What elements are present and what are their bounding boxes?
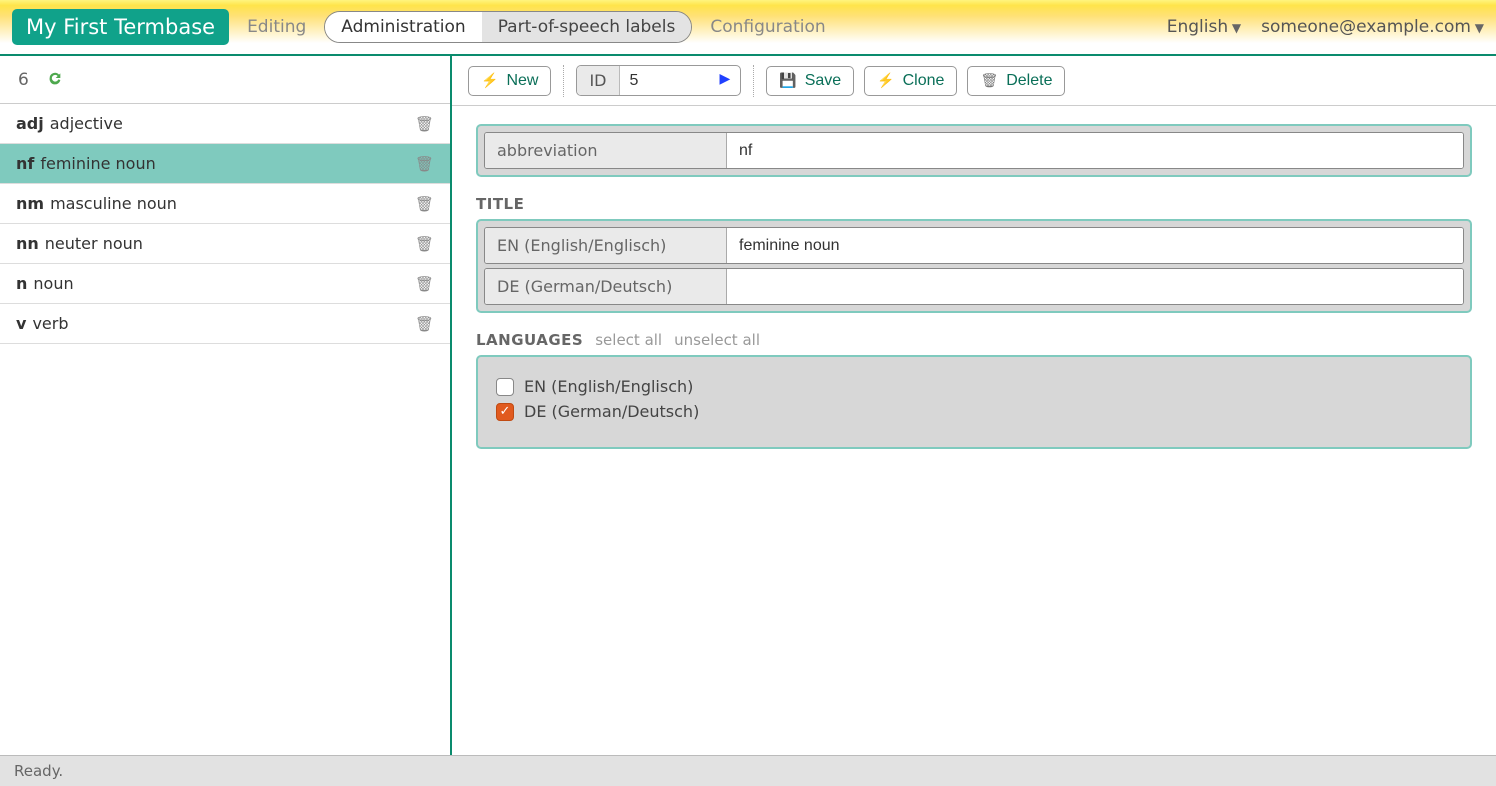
toolbar-separator bbox=[753, 65, 754, 97]
sidebar: 6 adj adjective 🗑 nf feminine noun 🗑 nm masculi… bbox=[0, 56, 452, 755]
trash-icon[interactable]: 🗑 bbox=[415, 315, 434, 333]
term-abbr: nm bbox=[16, 194, 44, 213]
list-item[interactable]: adj adjective 🗑 bbox=[0, 104, 450, 144]
list-item[interactable]: nn neuter noun 🗑 bbox=[0, 224, 450, 264]
title-row: EN (English/Englisch) bbox=[484, 227, 1464, 264]
id-label: ID bbox=[577, 66, 619, 95]
language-option-label: DE (German/Deutsch) bbox=[524, 402, 699, 421]
new-button-label: New bbox=[506, 72, 538, 90]
clone-button-label: Clone bbox=[903, 72, 945, 90]
trash-icon[interactable]: 🗑 bbox=[415, 195, 434, 213]
term-label: feminine noun bbox=[40, 154, 155, 173]
term-abbr: adj bbox=[16, 114, 44, 133]
list-item[interactable]: nnoun 🗑 bbox=[0, 264, 450, 304]
languages-heading-label: LANGUAGES bbox=[476, 331, 583, 349]
bolt-icon: ⚡ bbox=[877, 72, 894, 89]
term-label: verb bbox=[32, 314, 68, 333]
unselect-all-link[interactable]: unselect all bbox=[674, 331, 760, 349]
topbar: My First Termbase Editing Administration… bbox=[0, 0, 1496, 56]
trash-icon: 🗑 bbox=[980, 72, 998, 89]
term-label: neuter noun bbox=[45, 234, 143, 253]
pill-administration[interactable]: Administration bbox=[325, 12, 481, 42]
brand-badge[interactable]: My First Termbase bbox=[12, 9, 229, 45]
delete-button[interactable]: 🗑 Delete bbox=[967, 66, 1065, 96]
term-abbr: nn bbox=[16, 234, 39, 253]
save-button-label: Save bbox=[805, 72, 841, 90]
language-option[interactable]: EN (English/Englisch) bbox=[496, 377, 1452, 396]
id-go-icon[interactable]: ▶ bbox=[710, 66, 741, 95]
pill-pos-labels[interactable]: Part-of-speech labels bbox=[482, 12, 692, 42]
save-button[interactable]: 💾 Save bbox=[766, 66, 854, 96]
editor-toolbar: ⚡ New ID ▶ 💾 Save ⚡ Clone 🗑 Delete bbox=[452, 56, 1496, 106]
main: 6 adj adjective 🗑 nf feminine noun 🗑 nm masculi… bbox=[0, 56, 1496, 756]
id-input[interactable] bbox=[620, 66, 710, 95]
term-abbr: nf bbox=[16, 154, 34, 173]
language-option-label: EN (English/Englisch) bbox=[524, 377, 693, 396]
list-item[interactable]: vverb 🗑 bbox=[0, 304, 450, 344]
user-dropdown[interactable]: someone@example.com bbox=[1261, 17, 1484, 37]
list-item[interactable]: nf feminine noun 🗑 bbox=[0, 144, 450, 184]
title-heading-label: TITLE bbox=[476, 195, 524, 213]
abbreviation-key: abbreviation bbox=[485, 133, 727, 168]
toolbar-separator bbox=[563, 65, 564, 97]
languages-box: EN (English/Englisch) ✓ DE (German/Deutsch… bbox=[476, 355, 1472, 449]
term-abbr: v bbox=[16, 314, 26, 333]
id-field-group: ID ▶ bbox=[576, 65, 741, 96]
title-block: EN (English/Englisch) DE (German/Deutsch) bbox=[476, 219, 1472, 313]
trash-icon[interactable]: 🗑 bbox=[415, 235, 434, 253]
new-button[interactable]: ⚡ New bbox=[468, 66, 551, 96]
trash-icon[interactable]: 🗑 bbox=[415, 275, 434, 293]
status-bar: Ready. bbox=[0, 756, 1496, 786]
list-item[interactable]: nm masculine noun 🗑 bbox=[0, 184, 450, 224]
term-label: masculine noun bbox=[50, 194, 177, 213]
status-text: Ready. bbox=[14, 762, 63, 780]
refresh-icon[interactable] bbox=[47, 71, 63, 89]
sidebar-header: 6 bbox=[0, 56, 450, 104]
trash-icon[interactable]: 🗑 bbox=[415, 115, 434, 133]
bolt-icon: ⚡ bbox=[481, 72, 498, 89]
breadcrumb-pills: Administration Part-of-speech labels bbox=[324, 11, 692, 43]
nav-editing[interactable]: Editing bbox=[237, 17, 316, 37]
topbar-right: English someone@example.com bbox=[1167, 17, 1484, 37]
abbreviation-block: abbreviation bbox=[476, 124, 1472, 177]
title-key: EN (English/Englisch) bbox=[485, 228, 727, 263]
editor-pane: ⚡ New ID ▶ 💾 Save ⚡ Clone 🗑 Delete bbox=[452, 56, 1496, 755]
abbreviation-input[interactable] bbox=[727, 133, 1463, 168]
select-all-link[interactable]: select all bbox=[595, 331, 662, 349]
title-key: DE (German/Deutsch) bbox=[485, 269, 727, 304]
term-list: adj adjective 🗑 nf feminine noun 🗑 nm masculine… bbox=[0, 104, 450, 344]
checkbox-icon[interactable] bbox=[496, 378, 514, 396]
term-label: adjective bbox=[50, 114, 123, 133]
delete-button-label: Delete bbox=[1006, 72, 1052, 90]
nav-configuration[interactable]: Configuration bbox=[700, 17, 835, 37]
title-heading: TITLE bbox=[476, 195, 1472, 213]
title-input[interactable] bbox=[727, 228, 1463, 263]
sidebar-count: 6 bbox=[18, 70, 29, 90]
checkbox-icon[interactable]: ✓ bbox=[496, 403, 514, 421]
form-area: abbreviation TITLE EN (English/Englisch)… bbox=[452, 106, 1496, 755]
trash-icon[interactable]: 🗑 bbox=[415, 155, 434, 173]
language-option[interactable]: ✓ DE (German/Deutsch) bbox=[496, 402, 1452, 421]
abbreviation-row: abbreviation bbox=[484, 132, 1464, 169]
clone-button[interactable]: ⚡ Clone bbox=[864, 66, 957, 96]
language-dropdown[interactable]: English bbox=[1167, 17, 1241, 37]
term-label: noun bbox=[33, 274, 73, 293]
term-abbr: n bbox=[16, 274, 27, 293]
languages-heading: LANGUAGES select all unselect all bbox=[476, 331, 1472, 349]
title-input[interactable] bbox=[727, 269, 1463, 304]
save-icon: 💾 bbox=[779, 72, 796, 89]
title-row: DE (German/Deutsch) bbox=[484, 268, 1464, 305]
